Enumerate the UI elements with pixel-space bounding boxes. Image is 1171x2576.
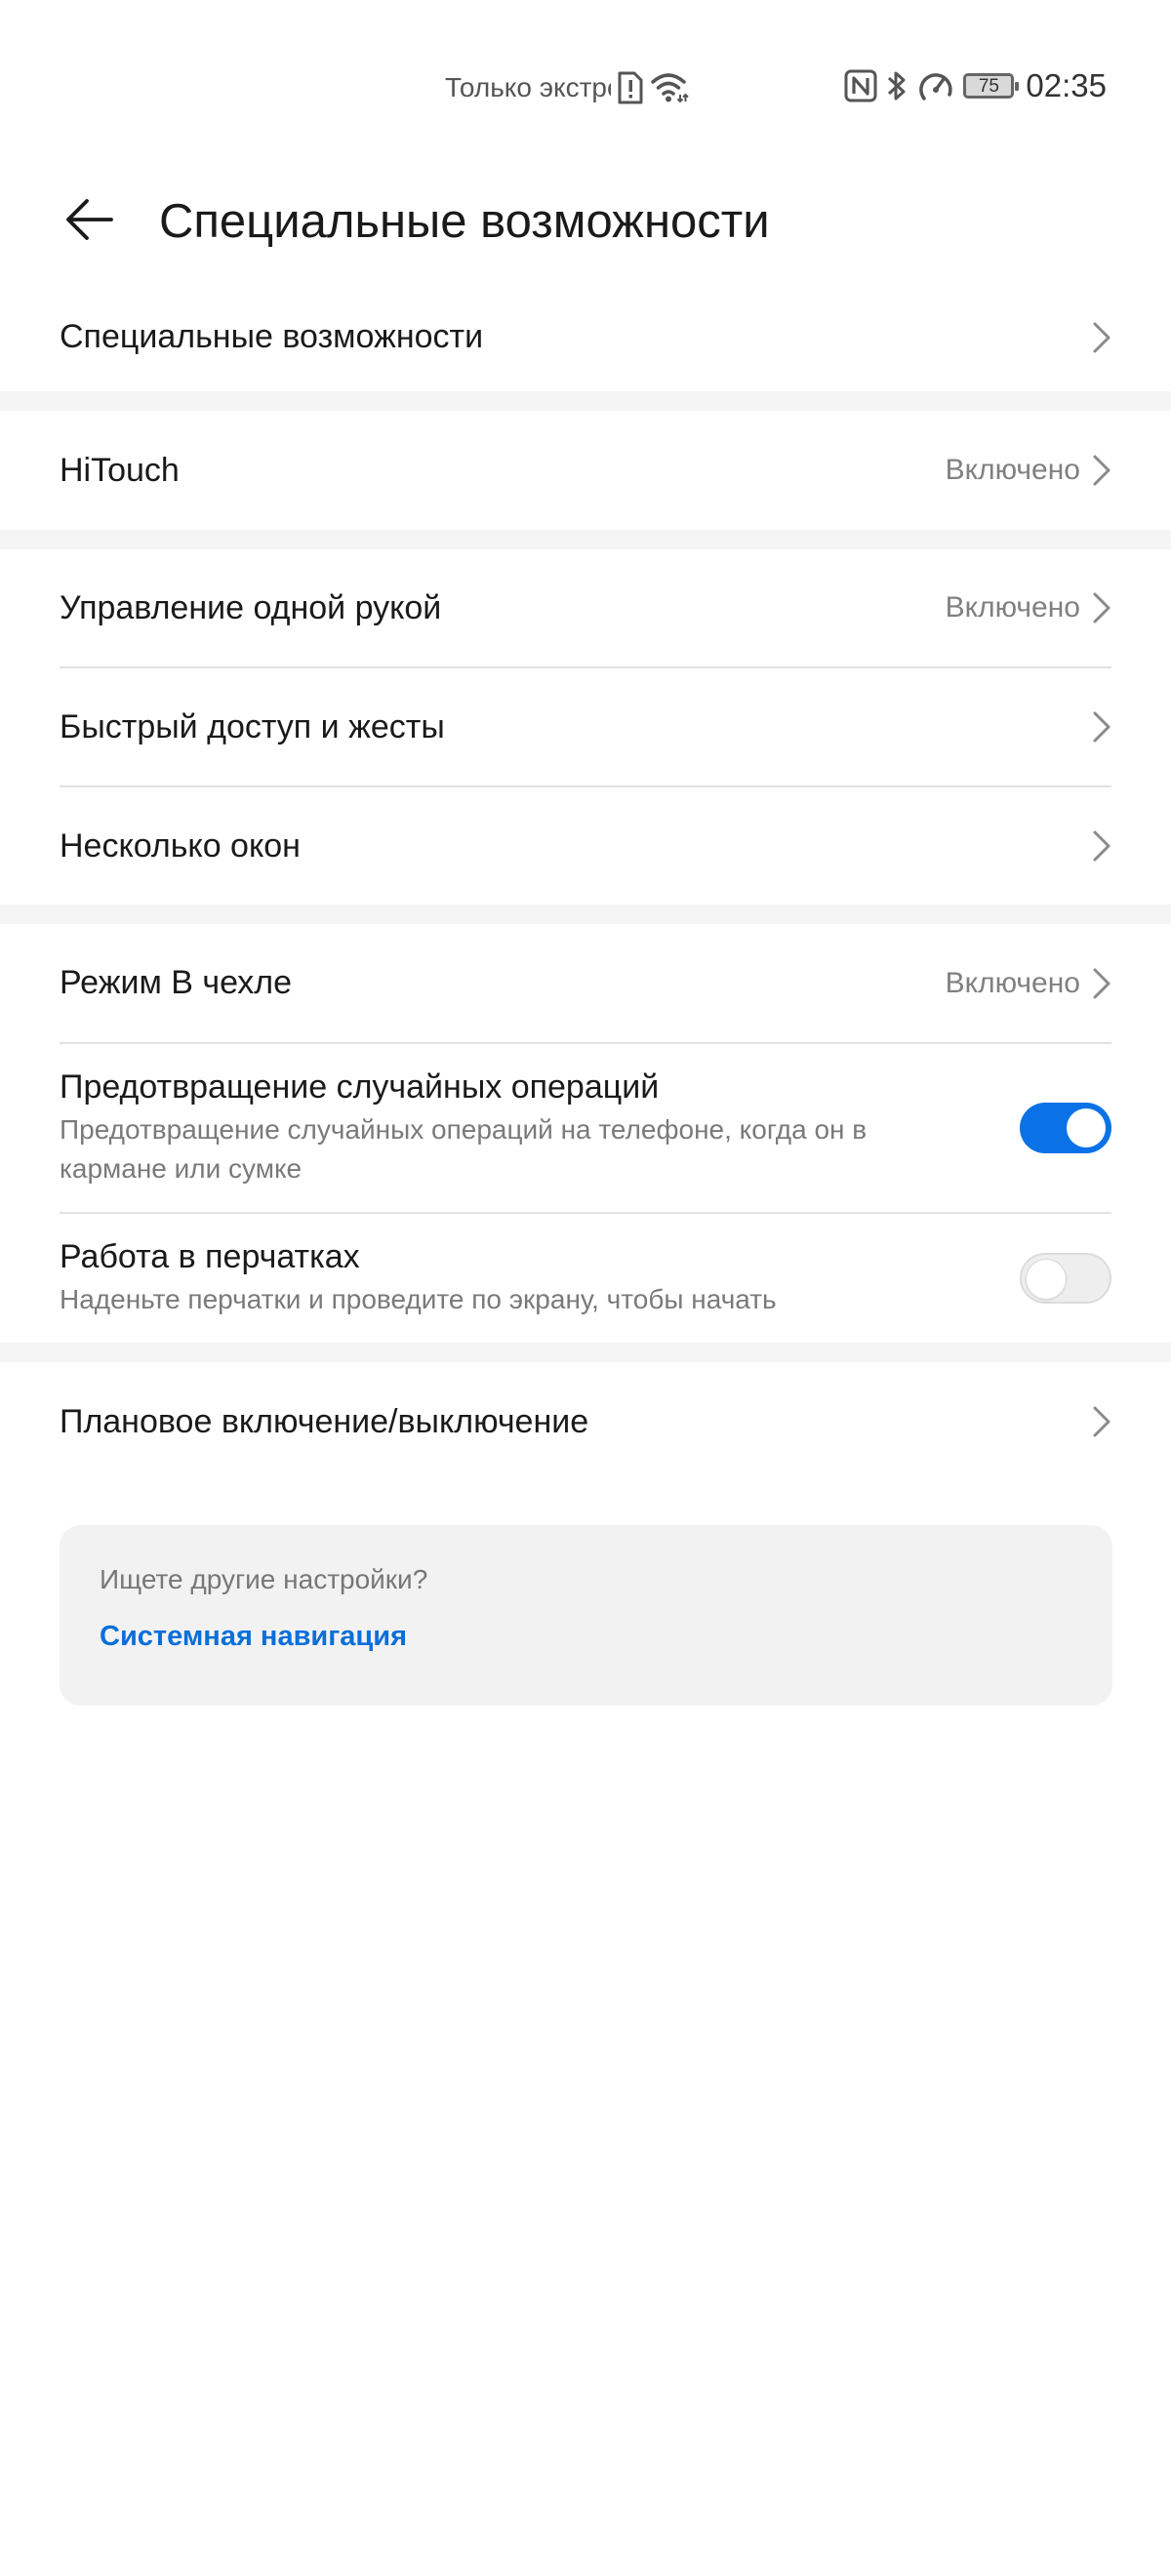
settings-group: HiTouch Включено bbox=[0, 411, 1171, 530]
toggle-knob bbox=[1026, 1259, 1067, 1300]
suggestion-card: Ищете другие настройки? Системная навига… bbox=[60, 1525, 1112, 1706]
setting-shortcuts-gestures[interactable]: Быстрый доступ и жесты bbox=[60, 666, 1111, 785]
arrow-left-icon bbox=[66, 199, 113, 240]
setting-cover-mode[interactable]: Режим В чехле Включено bbox=[60, 924, 1111, 1042]
back-button[interactable] bbox=[53, 183, 125, 256]
battery-icon: 75 bbox=[963, 73, 1020, 99]
chevron-right-icon bbox=[1092, 967, 1111, 1000]
status-bar-left: Только экстренные вызовы bbox=[445, 66, 689, 109]
setting-scheduled-power[interactable]: Плановое включение/выключение bbox=[60, 1362, 1111, 1481]
setting-value: Включено bbox=[945, 454, 1080, 486]
setting-label: HiTouch bbox=[60, 451, 180, 489]
page-title: Специальные возможности bbox=[159, 195, 770, 248]
bluetooth-icon bbox=[885, 68, 909, 103]
settings-group: Режим В чехле Включено Предотвращение сл… bbox=[0, 924, 1171, 1343]
system-navigation-link[interactable]: Системная навигация bbox=[100, 1621, 407, 1653]
chevron-right-icon bbox=[1092, 1405, 1111, 1438]
settings-group: Плановое включение/выключение bbox=[0, 1362, 1171, 1481]
setting-one-hand[interactable]: Управление одной рукой Включено bbox=[60, 549, 1111, 666]
setting-label: Специальные возможности bbox=[60, 318, 484, 355]
toggle-knob bbox=[1067, 1108, 1106, 1147]
setting-description: Наденьте перчатки и проведите по экрану,… bbox=[60, 1283, 777, 1314]
status-bar-right: 75 02:35 bbox=[844, 62, 1107, 109]
chevron-right-icon bbox=[1092, 829, 1111, 863]
settings-list: Специальные возможности HiTouch Включено… bbox=[0, 283, 1171, 1481]
carrier-text: Только экстренные вызовы bbox=[445, 72, 611, 102]
wifi-icon bbox=[650, 71, 689, 104]
chevron-right-icon bbox=[1092, 454, 1111, 487]
setting-label: Быстрый доступ и жесты bbox=[60, 707, 445, 745]
setting-label: Плановое включение/выключение bbox=[60, 1402, 589, 1440]
setting-label: Предотвращение случайных операций bbox=[60, 1067, 660, 1106]
nfc-icon bbox=[844, 69, 877, 102]
chevron-right-icon bbox=[1092, 591, 1111, 624]
chevron-right-icon bbox=[1092, 321, 1111, 354]
app-header: Специальные возможности bbox=[0, 166, 1171, 283]
setting-accessibility[interactable]: Специальные возможности bbox=[60, 283, 1111, 391]
sim-alert-icon bbox=[617, 70, 644, 105]
setting-label: Несколько окон bbox=[60, 826, 301, 865]
section-divider bbox=[0, 905, 1171, 924]
setting-value: Включено bbox=[945, 966, 1080, 999]
status-bar: Только экстренные вызовы bbox=[0, 0, 1171, 166]
section-divider bbox=[0, 391, 1171, 411]
setting-label: Работа в перчатках bbox=[60, 1237, 360, 1275]
battery-level: 75 bbox=[978, 75, 999, 97]
setting-value: Включено bbox=[945, 591, 1080, 624]
setting-label: Режим В чехле bbox=[60, 964, 293, 1001]
setting-hitouch[interactable]: HiTouch Включено bbox=[60, 411, 1111, 530]
setting-accidental-touch: Предотвращение случайных операций Предот… bbox=[60, 1042, 1111, 1212]
section-divider bbox=[0, 1343, 1171, 1362]
settings-group: Управление одной рукой Включено Быстрый … bbox=[0, 549, 1171, 905]
chevron-right-icon bbox=[1092, 710, 1111, 744]
glove-mode-toggle[interactable] bbox=[1020, 1253, 1111, 1304]
suggestion-question: Ищете другие настройки? bbox=[100, 1564, 428, 1594]
setting-label: Управление одной рукой bbox=[60, 588, 442, 626]
section-divider bbox=[0, 530, 1171, 549]
setting-glove-mode: Работа в перчатках Наденьте перчатки и п… bbox=[60, 1212, 1111, 1343]
accidental-touch-toggle[interactable] bbox=[1020, 1103, 1111, 1153]
settings-group: Специальные возможности bbox=[0, 283, 1171, 391]
speed-icon bbox=[916, 68, 955, 103]
setting-multi-window[interactable]: Несколько окон bbox=[60, 785, 1111, 905]
clock: 02:35 bbox=[1026, 67, 1107, 103]
setting-description: Предотвращение случайных операций на тел… bbox=[60, 1113, 868, 1184]
